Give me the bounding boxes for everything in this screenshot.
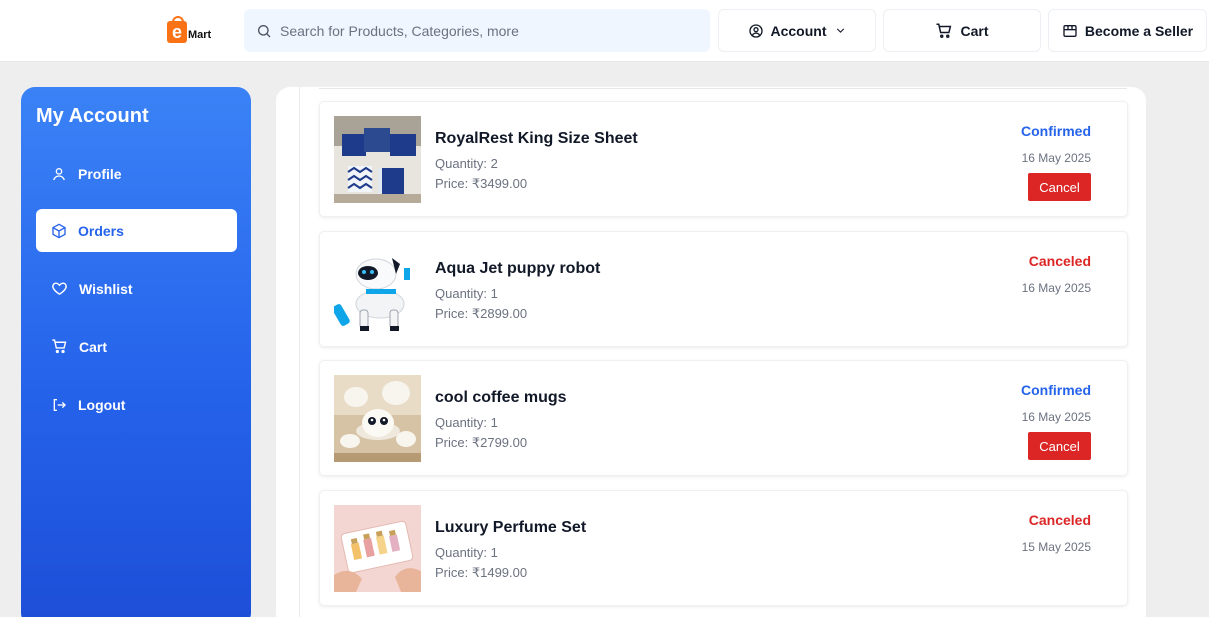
order-card[interactable]: Luxury Perfume Set Quantity: 1 Price: ₹1… — [319, 490, 1128, 606]
sidebar-title: My Account — [36, 105, 149, 127]
account-sidebar: My Account Profile Orders Wishlist Cart … — [21, 87, 251, 617]
order-date: 16 May 2025 — [1021, 281, 1091, 295]
order-card[interactable]: RoyalRest King Size Sheet Quantity: 2 Pr… — [319, 101, 1128, 217]
cart-icon — [52, 339, 67, 354]
shopping-bag-logo-icon: e — [167, 16, 187, 43]
order-status-badge: Confirmed — [1021, 382, 1091, 398]
order-product-name[interactable]: RoyalRest King Size Sheet — [435, 130, 638, 148]
become-seller-button[interactable]: Become a Seller — [1048, 9, 1207, 52]
sidebar-item-label: Logout — [78, 396, 126, 413]
panel-divider — [299, 87, 300, 617]
order-product-name[interactable]: Luxury Perfume Set — [435, 519, 586, 537]
cart-label: Cart — [960, 22, 989, 39]
sidebar-item-logout[interactable]: Logout — [36, 383, 237, 426]
order-date: 16 May 2025 — [1021, 410, 1091, 424]
cart-icon — [936, 23, 952, 38]
user-icon — [53, 167, 65, 180]
order-status-badge: Confirmed — [1021, 123, 1091, 139]
order-product-name[interactable]: Aqua Jet puppy robot — [435, 260, 600, 278]
user-circle-icon — [748, 23, 763, 38]
package-icon — [52, 223, 66, 238]
sidebar-item-profile[interactable]: Profile — [36, 152, 237, 195]
robot-dog-image — [334, 246, 421, 333]
order-date: 16 May 2025 — [1021, 151, 1091, 165]
order-status-badge: Canceled — [1028, 512, 1091, 528]
account-button[interactable]: Account — [718, 9, 876, 52]
order-date: 15 May 2025 — [1021, 540, 1091, 554]
account-label: Account — [770, 22, 827, 39]
sidebar-item-orders[interactable]: Orders — [36, 209, 237, 252]
sidebar-item-label: Wishlist — [79, 280, 133, 297]
logo-text: Mart — [188, 29, 212, 41]
emart-logo[interactable]: e Mart — [167, 16, 212, 43]
seller-label: Become a Seller — [1084, 22, 1194, 39]
search-input[interactable] — [280, 22, 700, 39]
perfume-set-image — [334, 505, 421, 592]
search-icon — [258, 24, 271, 37]
bed-sheet-image — [334, 116, 421, 203]
cart-button[interactable]: Cart — [883, 9, 1041, 52]
order-quantity: Quantity: 1 — [435, 545, 498, 560]
search-bar[interactable] — [244, 9, 710, 52]
coffee-mugs-image — [334, 375, 421, 462]
logout-icon — [53, 398, 66, 411]
sidebar-item-label: Cart — [79, 338, 108, 355]
order-card[interactable]: cool coffee mugs Quantity: 1 Price: ₹279… — [319, 360, 1128, 476]
sidebar-item-label: Orders — [78, 222, 124, 239]
store-icon — [1063, 24, 1077, 37]
chevron-down-icon — [836, 28, 844, 33]
order-quantity: Quantity: 2 — [435, 156, 498, 171]
sidebar-item-wishlist[interactable]: Wishlist — [36, 267, 237, 310]
sidebar-item-cart[interactable]: Cart — [36, 325, 237, 368]
order-price: Price: ₹2799.00 — [435, 435, 528, 450]
order-price: Price: ₹1499.00 — [435, 565, 528, 580]
cancel-order-button[interactable]: Cancel — [1028, 432, 1091, 460]
cancel-order-button[interactable]: Cancel — [1028, 173, 1091, 201]
order-quantity: Quantity: 1 — [435, 415, 498, 430]
sidebar-item-label: Profile — [78, 165, 122, 182]
order-quantity: Quantity: 1 — [435, 286, 498, 301]
order-product-name[interactable]: cool coffee mugs — [435, 389, 567, 407]
order-card[interactable]: Aqua Jet puppy robot Quantity: 1 Price: … — [319, 231, 1128, 347]
scrolled-order-edge — [319, 88, 1127, 89]
top-navbar: e Mart Account Cart Become a Seller — [0, 0, 1209, 62]
order-price: Price: ₹3499.00 — [435, 176, 528, 191]
order-price: Price: ₹2899.00 — [435, 306, 528, 321]
heart-icon — [52, 282, 67, 296]
order-status-badge: Canceled — [1028, 253, 1091, 269]
